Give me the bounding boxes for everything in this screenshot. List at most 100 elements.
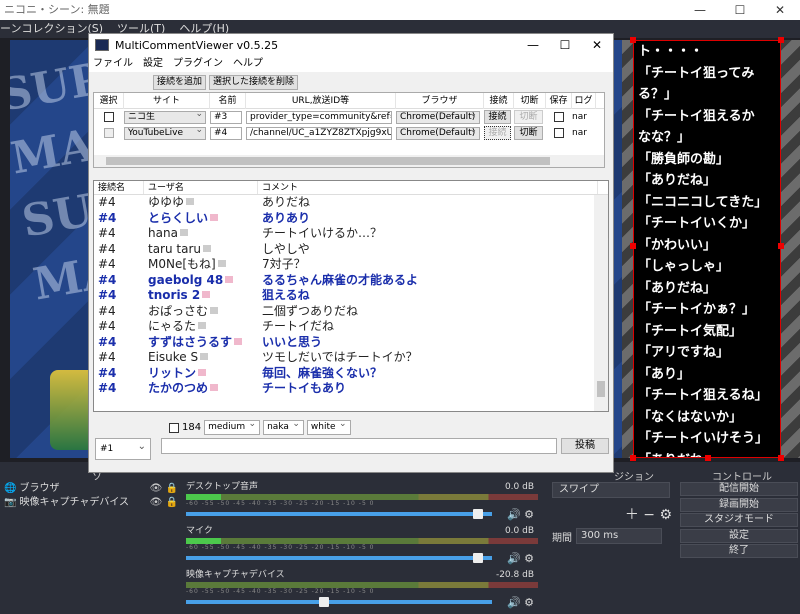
maximize-icon[interactable]: ☐ [720, 0, 760, 20]
scrollbar-thumb[interactable] [597, 381, 605, 397]
resize-handle[interactable] [630, 37, 636, 43]
speaker-icon[interactable]: 🔊 ⚙ [507, 508, 534, 521]
resize-handle[interactable] [778, 37, 784, 43]
save-checkbox[interactable] [554, 112, 564, 122]
overlay-comment: 「チートイかぁ？」 [638, 302, 756, 317]
comment-row[interactable]: #4 とらくしい ありあり [94, 211, 608, 227]
name-field[interactable]: #4 [210, 126, 242, 140]
comment-row[interactable]: #4 gaebolg 48 るるちゃん麻雀の才能あるよ [94, 273, 608, 289]
sources-list: 🌐 ブラウザ 👁 🔒 📷 映像キャプチャデバイス 👁 🔒 [4, 482, 184, 510]
volume-knob[interactable] [473, 553, 483, 563]
browser-select[interactable]: Chrome(Default) [396, 126, 480, 140]
source-item-browser[interactable]: 🌐 ブラウザ 👁 🔒 [4, 482, 184, 496]
comment-row[interactable]: #4 にゃるた チートイだね [94, 319, 608, 335]
comment-row[interactable]: #4 すずはさうるす いいと思う [94, 335, 608, 351]
volume-slider[interactable]: 🔊 ⚙ [186, 596, 538, 609]
resize-handle[interactable] [778, 243, 784, 249]
close-icon[interactable]: ✕ [581, 38, 613, 52]
site-select[interactable]: YouTubeLive [124, 126, 206, 140]
col-connect: 接続 [484, 93, 514, 109]
comment-row[interactable]: #4 hana チートイいけるか…？ [94, 226, 608, 242]
maximize-icon[interactable]: ☐ [549, 38, 581, 52]
volume-slider[interactable]: 🔊 ⚙ [186, 508, 538, 521]
minimize-icon[interactable]: — [517, 38, 549, 52]
eye-icon[interactable]: 👁 🔒 [150, 482, 178, 496]
connect-button[interactable]: 接続 [484, 110, 511, 124]
eye-icon[interactable]: 👁 🔒 [150, 496, 178, 510]
disconnect-button[interactable]: 切断 [514, 110, 543, 124]
resize-handle[interactable] [705, 455, 711, 461]
col-comment[interactable]: コメント [258, 181, 598, 194]
scrollbar-thumb[interactable] [106, 157, 550, 165]
site-select[interactable]: ニコ生 [124, 110, 206, 124]
col-log: ログ [572, 93, 596, 109]
transition-select[interactable]: スワイプ [552, 482, 670, 498]
size-select[interactable]: medium [204, 418, 261, 435]
volume-knob[interactable] [473, 509, 483, 519]
add-connection-button[interactable]: 接続を追加 [153, 74, 207, 90]
menu-settings[interactable]: 設定 [143, 56, 163, 72]
mixer-db-readout: -20.8 dB [495, 570, 534, 580]
resize-handle[interactable] [778, 455, 784, 461]
comment-text-label: 毎回、麻雀強くない？ [262, 365, 383, 380]
comment-username: hana [144, 226, 258, 242]
comment-row[interactable]: #4 tnoris 2 狙えるね [94, 288, 608, 304]
save-checkbox[interactable] [554, 128, 564, 138]
source-label: 映像キャプチャデバイス [19, 497, 130, 508]
close-icon[interactable]: ✕ [760, 0, 800, 20]
duration-spinbox[interactable]: 300 ms [576, 528, 662, 544]
minimize-icon[interactable]: — [680, 0, 720, 20]
controls-dock: 配信開始 録画開始 スタジオモード 設定 終了 [680, 482, 798, 560]
start-streaming-button[interactable]: 配信開始 [680, 482, 798, 496]
menu-plugins[interactable]: プラグイン [173, 56, 223, 72]
select-checkbox[interactable] [104, 128, 114, 138]
volume-knob[interactable] [319, 597, 329, 607]
name-field[interactable]: #3 [210, 110, 242, 124]
speaker-icon[interactable]: 🔊 ⚙ [507, 596, 534, 609]
comment-connection-name: #4 [94, 350, 144, 366]
window-controls: — ☐ ✕ [517, 38, 613, 52]
browser-source-comment-overlay[interactable]: ト・・・・ 「チートイ狙ってみ る？」 「チートイ狙えるか なな？」 「勝負師の勘」 「あり… [633, 40, 781, 458]
url-field[interactable]: /channel/UC_a1ZYZ8ZTXpjg9xUY9s8w [246, 126, 392, 140]
camera-icon: 📷 [4, 497, 17, 508]
disconnect-button[interactable]: 切断 [514, 126, 543, 140]
vertical-scrollbar[interactable] [594, 195, 608, 411]
col-connection-name[interactable]: 接続名 [94, 181, 144, 194]
comment-row[interactable]: #4 ゆゆゆ ありだね [94, 195, 608, 211]
comment-text: いいと思う [258, 335, 598, 351]
horizontal-scrollbar[interactable] [94, 155, 604, 167]
resize-handle[interactable] [630, 455, 636, 461]
source-item-video-capture[interactable]: 📷 映像キャプチャデバイス 👁 🔒 [4, 496, 184, 510]
184-checkbox[interactable] [169, 422, 179, 433]
browser-select[interactable]: Chrome(Default) [396, 110, 480, 124]
exit-button[interactable]: 終了 [680, 544, 798, 558]
col-username[interactable]: ユーザ名 [144, 181, 258, 194]
resize-handle[interactable] [630, 243, 636, 249]
comment-row[interactable]: #4 M0Ne[もね] 7対子？ [94, 257, 608, 273]
post-comment-input[interactable] [161, 438, 557, 454]
position-select[interactable]: naka [263, 418, 304, 435]
comment-row[interactable]: #4 リットン 毎回、麻雀強くない？ [94, 366, 608, 382]
comment-row[interactable]: #4 たかのつめ チートイもあり [94, 381, 608, 397]
comment-row[interactable]: #4 taru taru しやしや [94, 242, 608, 258]
comment-row[interactable]: #4 おぱっさむ 二個ずつありだね [94, 304, 608, 320]
select-checkbox[interactable] [104, 112, 114, 122]
comment-row[interactable]: #4 Eisuke S ツモしだいではチートイか？ [94, 350, 608, 366]
menu-help[interactable]: ヘルプ [233, 56, 263, 72]
volume-slider[interactable]: 🔊 ⚙ [186, 552, 538, 565]
post-button[interactable]: 投稿 [561, 438, 609, 454]
post-options: 184 medium naka white [169, 418, 351, 435]
connect-button[interactable]: 接続 [484, 126, 511, 140]
color-select[interactable]: white [306, 418, 351, 435]
studio-mode-button[interactable]: スタジオモード [680, 513, 798, 527]
remove-connection-button[interactable]: 選択した接続を削除 [209, 74, 299, 90]
mixer-channel-name: デスクトップ音声 [186, 482, 259, 492]
menu-file[interactable]: ファイル [93, 56, 133, 72]
start-recording-button[interactable]: 録画開始 [680, 497, 798, 512]
url-field[interactable]: provider_type=community&ref=rnk_all [246, 110, 392, 124]
settings-button[interactable]: 設定 [680, 528, 798, 543]
speaker-icon[interactable]: 🔊 ⚙ [507, 552, 534, 565]
user-badge-icon [210, 213, 219, 221]
transition-add-remove[interactable]: ＋ − ⚙ [552, 504, 672, 524]
post-target-select[interactable]: #1 [95, 437, 151, 460]
